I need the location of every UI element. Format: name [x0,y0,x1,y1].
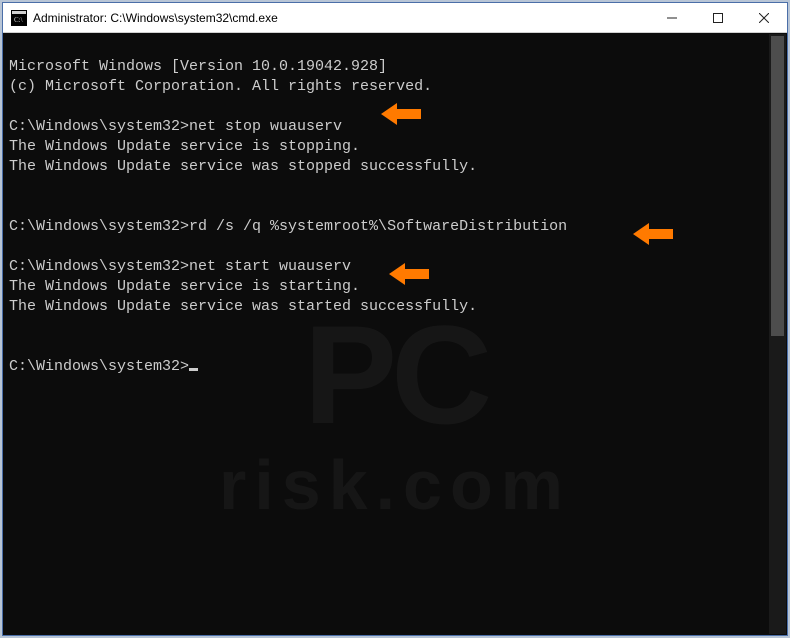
console-line: C:\Windows\system32>rd /s /q %systemroot… [9,218,567,235]
command-text: net start wuauserv [189,258,351,275]
cursor [189,368,198,371]
console-line: The Windows Update service is stopping. [9,138,360,155]
watermark-line2: risk.com [3,475,787,495]
prompt: C:\Windows\system32> [9,218,189,235]
titlebar[interactable]: C:\ Administrator: C:\Windows\system32\c… [3,3,787,33]
close-button[interactable] [741,3,787,33]
cmd-icon: C:\ [11,10,27,26]
console-output[interactable]: Microsoft Windows [Version 10.0.19042.92… [3,33,787,635]
command-text: rd /s /q %systemroot%\SoftwareDistributi… [189,218,567,235]
console-line: Microsoft Windows [Version 10.0.19042.92… [9,58,387,75]
console-line: The Windows Update service was stopped s… [9,158,477,175]
console-line: C:\Windows\system32> [9,358,198,375]
console-line: C:\Windows\system32>net start wuauserv [9,258,351,275]
window-title: Administrator: C:\Windows\system32\cmd.e… [33,11,278,25]
console-line: C:\Windows\system32>net stop wuauserv [9,118,342,135]
prompt: C:\Windows\system32> [9,358,189,375]
console-line: The Windows Update service was started s… [9,298,477,315]
command-text: net stop wuauserv [189,118,342,135]
vertical-scrollbar[interactable] [769,34,786,634]
watermark-line1: PC [3,305,787,445]
console-line: The Windows Update service is starting. [9,278,360,295]
prompt: C:\Windows\system32> [9,258,189,275]
minimize-button[interactable] [649,3,695,33]
console-line: (c) Microsoft Corporation. All rights re… [9,78,432,95]
scrollbar-thumb[interactable] [771,36,784,336]
cmd-window: C:\ Administrator: C:\Windows\system32\c… [2,2,788,636]
svg-text:C:\: C:\ [14,16,23,24]
prompt: C:\Windows\system32> [9,118,189,135]
maximize-button[interactable] [695,3,741,33]
